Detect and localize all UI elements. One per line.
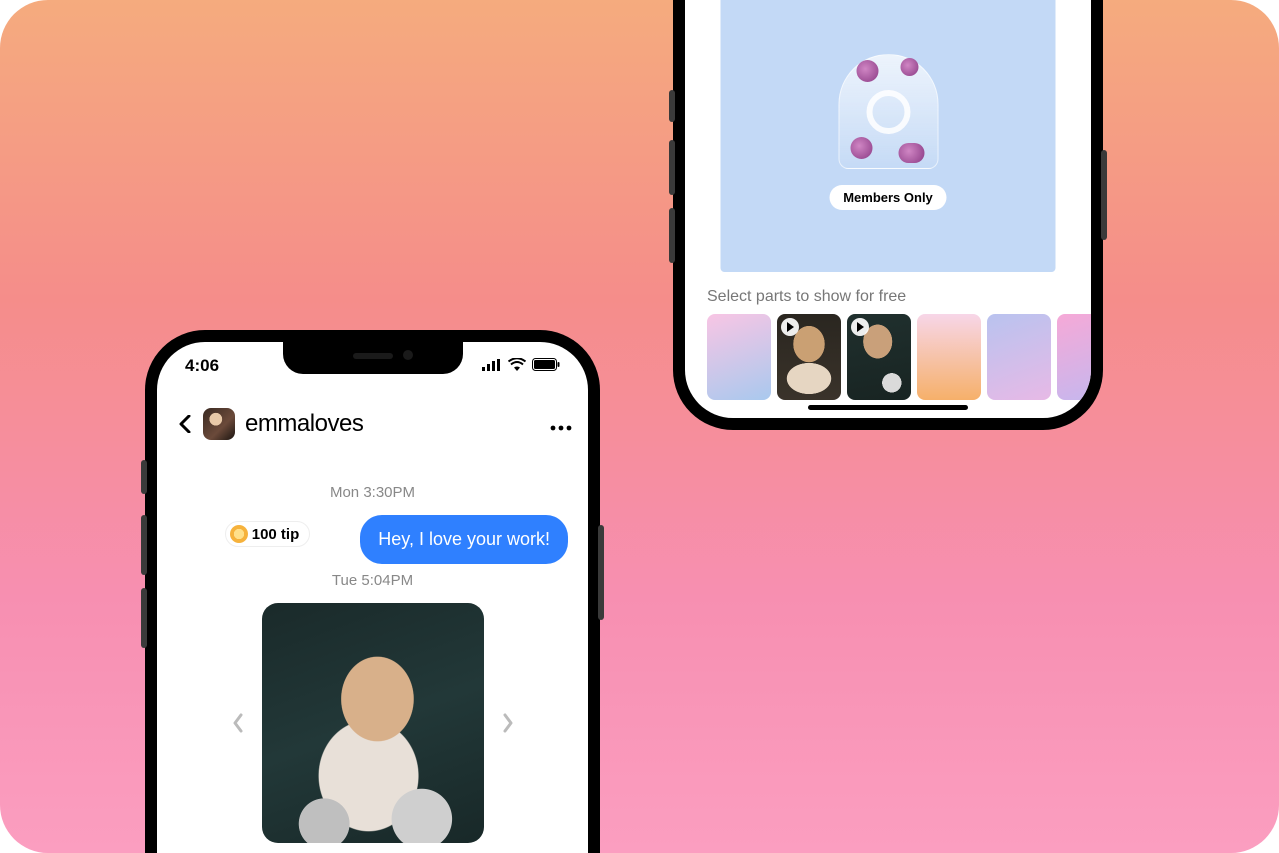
phone-chat: 4:06 emmaloves [145, 330, 600, 853]
thumbnail-item[interactable] [987, 314, 1051, 400]
chat-username[interactable]: emmaloves [245, 410, 363, 438]
phone-side-button [669, 90, 675, 122]
thumbnail-strip [707, 314, 1091, 404]
status-time: 4:06 [185, 356, 219, 376]
chat-body: Mon 3:30PM 100 tip Hey, I love your work… [157, 454, 588, 853]
home-indicator [808, 405, 968, 410]
thumbnail-item[interactable] [917, 314, 981, 400]
phone-side-button [141, 588, 147, 648]
chat-timestamp: Tue 5:04PM [177, 564, 568, 589]
cellular-icon [482, 356, 502, 376]
back-button[interactable] [173, 412, 197, 436]
more-button[interactable] [550, 411, 572, 437]
phone-side-button [1101, 150, 1107, 240]
chevron-left-icon [232, 713, 244, 733]
chevron-left-icon [179, 415, 191, 433]
thumbnail-item[interactable] [777, 314, 841, 400]
members-only-badge: Members Only [829, 185, 947, 210]
phone-side-button [669, 208, 675, 263]
phone-content-picker: Members Only Select parts to show for fr… [673, 0, 1103, 430]
media-image[interactable] [262, 603, 484, 843]
carousel-next-button[interactable] [494, 709, 522, 737]
select-parts-label: Select parts to show for free [707, 288, 906, 306]
carousel-prev-button[interactable] [224, 709, 252, 737]
phone-side-button [141, 460, 147, 494]
outgoing-message: Hey, I love your work! [360, 515, 568, 564]
locked-art-icon [838, 54, 938, 169]
coin-icon [230, 525, 248, 543]
phone-side-button [598, 525, 604, 620]
more-horizontal-icon [550, 425, 572, 431]
avatar[interactable] [203, 408, 235, 440]
wifi-icon [508, 356, 526, 376]
thumbnail-item[interactable] [1057, 314, 1091, 400]
play-icon [781, 318, 799, 336]
thumbnail-item[interactable] [707, 314, 771, 400]
thumbnail-item[interactable] [847, 314, 911, 400]
tip-amount-label: 100 tip [252, 526, 300, 543]
phone-screen: Members Only Select parts to show for fr… [685, 0, 1091, 418]
chevron-right-icon [502, 713, 514, 733]
status-bar: 4:06 [157, 356, 588, 376]
phone-side-button [141, 515, 147, 575]
chat-header: emmaloves [157, 398, 588, 450]
promo-stage: Members Only Select parts to show for fr… [0, 0, 1279, 853]
chat-timestamp: Mon 3:30PM [177, 484, 568, 501]
tip-badge: 100 tip [225, 521, 311, 547]
media-carousel [177, 603, 568, 843]
play-icon [851, 318, 869, 336]
locked-content-card: Members Only [721, 0, 1056, 272]
battery-icon [532, 356, 560, 376]
phone-side-button [669, 140, 675, 195]
phone-screen: 4:06 emmaloves [157, 342, 588, 853]
